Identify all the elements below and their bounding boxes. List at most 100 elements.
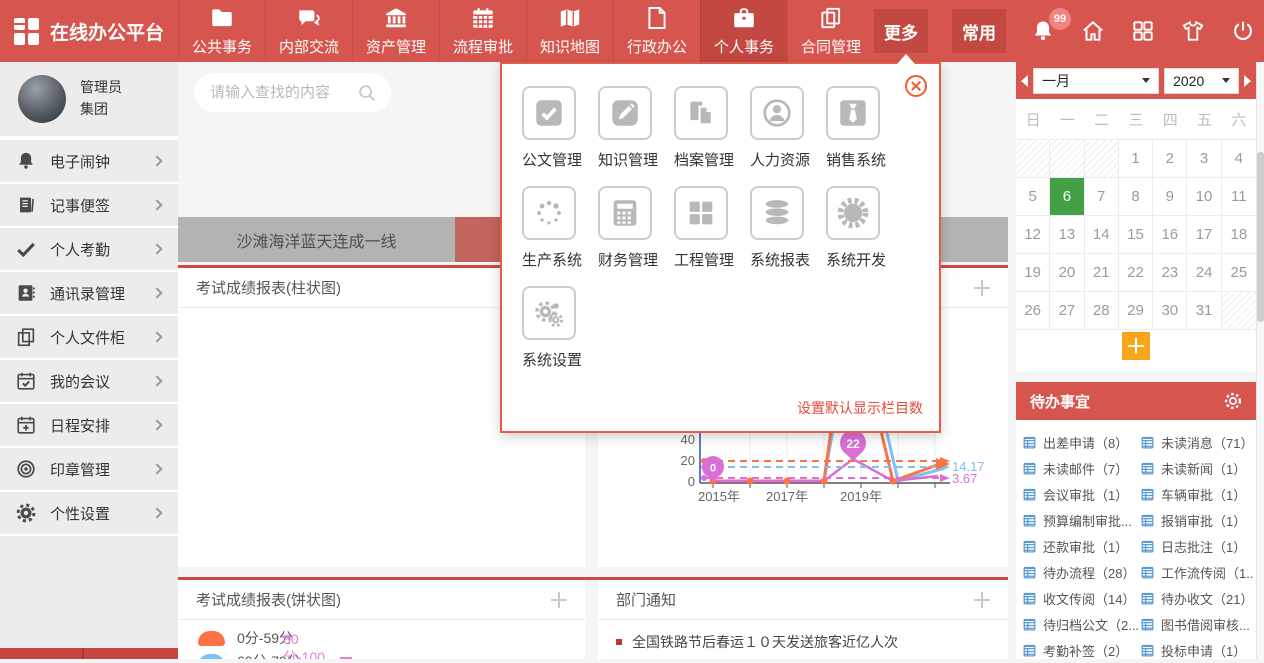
avatar[interactable] [18,75,66,123]
app-shortcut[interactable]: 人力资源 [750,86,826,170]
calendar-day-cell[interactable]: 20 [1050,253,1084,291]
calendar-day-cell[interactable]: 22 [1119,253,1153,291]
calendar-day-cell[interactable]: 2 [1153,139,1187,177]
todo-item[interactable]: 待办收文（21） [1138,585,1254,611]
app-shortcut[interactable]: 知识管理 [598,86,674,170]
apps-grid-icon[interactable] [1130,18,1156,44]
month-select[interactable]: 一月 [1033,68,1159,94]
todo-item[interactable]: 未读消息（71） [1138,429,1254,455]
search-input[interactable] [210,84,356,101]
notice-item[interactable]: 全国铁路节后春运１０天发送旅客近亿人次 [616,632,898,652]
scrollbar-thumb[interactable] [1257,152,1264,322]
todo-item[interactable]: 待办流程（28） [1020,559,1138,585]
app-shortcut[interactable]: 系统开发 [826,186,902,270]
sidebar-item[interactable]: 电子闹钟 [0,140,178,182]
calendar-day-cell[interactable]: 9 [1153,177,1187,215]
todo-item[interactable]: 还款审批（1） [1020,533,1138,559]
todo-item[interactable]: 图书借阅审核... [1138,611,1254,637]
calendar-day-cell[interactable]: 6 [1050,177,1084,215]
todo-item[interactable]: 预算编制审批... [1020,507,1138,533]
todo-item[interactable]: 工作流传阅（1... [1138,559,1254,585]
calendar-day-cell[interactable]: 17 [1187,215,1221,253]
legend-item[interactable]: 60分-79分 80分-100分 [198,651,301,659]
app-shortcut[interactable]: 档案管理 [674,86,750,170]
top-nav-item[interactable]: 知识地图 [526,0,613,62]
calendar-day-cell[interactable]: 11 [1222,177,1256,215]
calendar-day-cell[interactable]: 27 [1050,291,1084,329]
calendar-day-cell[interactable]: 14 [1085,215,1119,253]
more-button[interactable]: 更多 [874,9,928,53]
todo-item[interactable]: 收文传阅（14） [1020,585,1138,611]
sidebar-item[interactable]: 个性设置 [0,492,178,534]
app-shortcut[interactable]: 销售系统 [826,86,902,170]
todo-item[interactable]: 出差申请（8） [1020,429,1138,455]
sidebar-item[interactable]: 印章管理 [0,448,178,490]
top-nav-item[interactable]: 行政办公 [613,0,700,62]
top-nav-item[interactable]: 公共事务 [178,0,265,62]
calendar-day-cell[interactable]: 21 [1085,253,1119,291]
gear-icon[interactable] [1222,390,1244,412]
todo-item[interactable]: 车辆审批（1） [1138,481,1254,507]
next-month-icon[interactable] [1244,75,1251,87]
sidebar-item[interactable]: 个人考勤 [0,228,178,270]
calendar-day-cell[interactable]: 24 [1187,253,1221,291]
sidebar-item[interactable]: 我的会议 [0,360,178,402]
calendar-day-cell[interactable]: 5 [1016,177,1050,215]
search-icon[interactable] [356,82,378,104]
calendar-day-cell[interactable]: 31 [1187,291,1221,329]
calendar-day-cell[interactable]: 8 [1119,177,1153,215]
sidebar-item[interactable]: 通讯录管理 [0,272,178,314]
sidebar-item[interactable]: 日程安排 [0,404,178,446]
todo-item[interactable]: 日志批注（1） [1138,533,1254,559]
app-shortcut[interactable]: 生产系统 [522,186,598,270]
todo-item[interactable]: 投标申请（1） [1138,637,1254,663]
sidebar-item[interactable]: 记事便签 [0,184,178,226]
legend-item[interactable]: 0分-59分 [198,628,293,648]
calendar-day-cell[interactable]: 15 [1119,215,1153,253]
calendar-day-cell[interactable]: 30 [1153,291,1187,329]
calendar-day-cell[interactable]: 29 [1119,291,1153,329]
todo-item[interactable]: 会议审批（1） [1020,481,1138,507]
top-nav-item[interactable]: 资产管理 [352,0,439,62]
calendar-day-cell[interactable]: 10 [1187,177,1221,215]
calendar-day-cell[interactable]: 18 [1222,215,1256,253]
notifications-button[interactable]: 99 [1030,18,1056,44]
calendar-day-cell[interactable]: 13 [1050,215,1084,253]
app-shortcut[interactable]: 工程管理 [674,186,750,270]
top-nav-item[interactable]: 流程审批 [439,0,526,62]
todo-item[interactable]: 考勤补签（2） [1020,637,1138,663]
calendar-day-cell[interactable]: 28 [1085,291,1119,329]
calendar-day-cell[interactable]: 19 [1016,253,1050,291]
add-event-button[interactable] [1122,332,1150,360]
set-default-columns-link[interactable]: 设置默认显示栏目数 [797,398,923,418]
frequent-button[interactable]: 常用 [952,9,1006,53]
todo-item[interactable]: 未读新闻（1） [1138,455,1254,481]
app-shortcut[interactable]: 系统报表 [750,186,826,270]
prev-month-icon[interactable] [1021,75,1028,87]
calendar-day-cell[interactable]: 1 [1119,139,1153,177]
sidebar-item[interactable]: 个人文件柜 [0,316,178,358]
app-shortcut[interactable]: 系统设置 [522,286,598,370]
top-nav-item[interactable]: 个人事务 [700,0,787,62]
year-select[interactable]: 2020 [1164,68,1239,94]
top-nav-item[interactable]: 合同管理 [787,0,874,62]
calendar-day-cell[interactable]: 7 [1085,177,1119,215]
plus-icon[interactable] [974,592,990,608]
calendar-day-cell[interactable]: 3 [1187,139,1221,177]
home-icon[interactable] [1080,18,1106,44]
app-shortcut[interactable]: 财务管理 [598,186,674,270]
todo-item[interactable]: 未读邮件（7） [1020,455,1138,481]
calendar-day-cell[interactable]: 26 [1016,291,1050,329]
shirt-icon[interactable] [1180,18,1206,44]
calendar-day-cell[interactable]: 25 [1222,253,1256,291]
power-icon[interactable] [1230,18,1256,44]
calendar-day-cell[interactable]: 12 [1016,215,1050,253]
app-logo[interactable]: 在线办公平台 [0,0,178,62]
calendar-day-cell[interactable]: 16 [1153,215,1187,253]
calendar-day-cell[interactable]: 23 [1153,253,1187,291]
todo-item[interactable]: 报销审批（1） [1138,507,1254,533]
app-shortcut[interactable]: 公文管理 [522,86,598,170]
calendar-day-cell[interactable]: 4 [1222,139,1256,177]
todo-item[interactable]: 待归档公文（2... [1020,611,1138,637]
plus-icon[interactable] [551,592,567,608]
